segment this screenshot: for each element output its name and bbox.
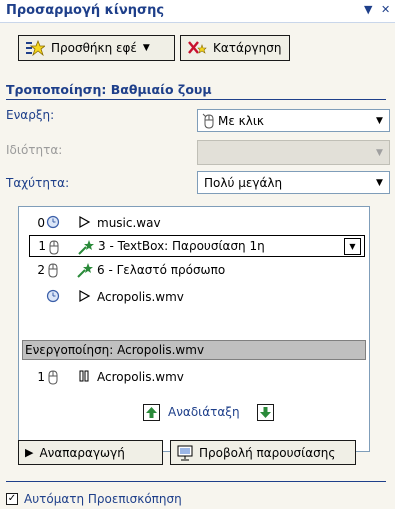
property-label: Ιδιότητα: xyxy=(6,143,63,157)
add-effect-icon xyxy=(26,40,45,56)
pane-titlebar: Προσαρμογή κίνησης ▼ ✕ xyxy=(0,0,395,23)
start-label: Εναρξη: xyxy=(6,108,55,122)
autopreview-label: Αυτόματη Προεπισκόπηση xyxy=(24,492,182,506)
play-icon xyxy=(79,215,91,229)
item-label: Acropolis.wmv xyxy=(97,290,184,304)
item-label: 6 - Γελαστό πρόσωπο xyxy=(97,263,226,277)
star-effect-icon xyxy=(77,263,93,278)
mouse-icon xyxy=(202,113,214,129)
list-item[interactable]: Acropolis.wmv xyxy=(19,286,369,308)
clock-icon xyxy=(46,289,60,303)
item-label: Acropolis.wmv xyxy=(97,370,184,384)
arrow-up-icon xyxy=(146,407,157,418)
property-select: ▼ xyxy=(197,140,390,165)
play-icon: ▶ xyxy=(25,446,34,459)
modify-divider xyxy=(6,99,386,100)
speed-value: Πολύ μεγάλη xyxy=(204,176,283,190)
move-down-button[interactable] xyxy=(257,404,274,421)
slideshow-label: Προβολή παρουσίασης xyxy=(199,445,336,460)
list-item[interactable]: 0 music.wav xyxy=(19,212,369,234)
speed-select[interactable]: Πολύ μεγάλη ▼ xyxy=(197,171,390,194)
remove-label: Κατάργηση xyxy=(213,41,282,55)
list-item[interactable]: 1 Acropolis.wmv xyxy=(19,366,369,388)
list-item-selected[interactable]: 1 3 - TextBox: Παρουσίαση 1η ▼ xyxy=(29,235,365,257)
chevron-down-icon: ▼ xyxy=(142,43,150,53)
item-order: 2 xyxy=(37,263,45,277)
add-effect-label: Προσθήκη εφέ xyxy=(51,41,137,55)
item-order: 0 xyxy=(37,216,45,230)
star-effect-icon xyxy=(78,240,94,255)
pane-title: Προσαρμογή κίνησης xyxy=(6,3,165,18)
footer-divider xyxy=(6,481,386,482)
play-button[interactable]: ▶ Αναπαραγωγή xyxy=(18,440,163,465)
add-effect-button[interactable]: Προσθήκη εφέ ▼ xyxy=(18,35,175,61)
chevron-down-icon: ▼ xyxy=(376,147,383,158)
slideshow-icon xyxy=(177,445,193,460)
start-select[interactable]: Με κλικ ▼ xyxy=(197,109,390,132)
chevron-down-icon[interactable]: ▼ xyxy=(364,3,372,16)
mouse-icon xyxy=(49,240,59,255)
play-label: Αναπαραγωγή xyxy=(39,445,125,460)
item-label: music.wav xyxy=(97,216,161,230)
play-icon xyxy=(79,289,91,303)
close-icon[interactable]: ✕ xyxy=(381,3,390,16)
chevron-down-icon: ▼ xyxy=(376,177,383,188)
arrow-down-icon xyxy=(260,407,271,418)
reorder-label: Αναδιάταξη xyxy=(168,405,240,419)
mouse-icon xyxy=(48,370,58,385)
chevron-down-icon: ▼ xyxy=(376,115,383,126)
item-order: 1 xyxy=(37,370,45,384)
item-label: 3 - TextBox: Παρουσίαση 1η xyxy=(98,239,265,253)
remove-button[interactable]: Κατάργηση xyxy=(180,35,290,61)
autopreview-checkbox[interactable]: ✓ xyxy=(6,493,18,505)
remove-icon xyxy=(188,41,207,54)
pause-icon xyxy=(79,370,89,382)
mouse-icon xyxy=(48,263,58,278)
chevron-down-icon[interactable]: ▼ xyxy=(344,238,361,255)
move-up-button[interactable] xyxy=(143,404,160,421)
list-item[interactable]: 2 6 - Γελαστό πρόσωπο xyxy=(19,259,369,281)
speed-label: Ταχύτητα: xyxy=(6,176,70,190)
slideshow-button[interactable]: Προβολή παρουσίασης xyxy=(170,440,356,465)
modify-heading: Τροποποίηση: Βαθμιαίο ζουμ xyxy=(6,82,212,97)
trigger-header[interactable]: Ενεργοποίηση: Acropolis.wmv xyxy=(22,340,366,360)
clock-icon xyxy=(46,215,60,229)
item-order: 1 xyxy=(38,239,46,253)
start-value: Με κλικ xyxy=(218,114,264,128)
